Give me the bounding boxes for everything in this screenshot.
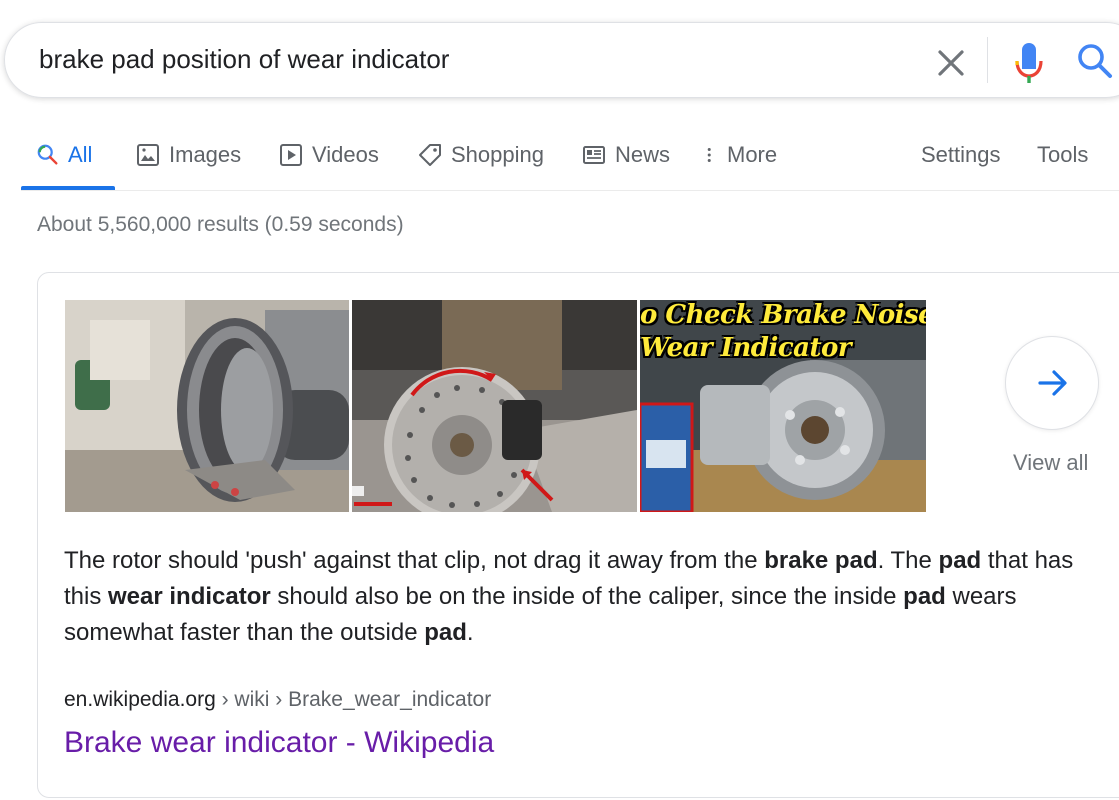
tools-link[interactable]: Tools — [1037, 138, 1088, 172]
result-citation: en.wikipedia.org › wiki › Brake_wear_ind… — [64, 688, 491, 712]
search-tabs: All Images Videos Shopping News More Set… — [0, 120, 1119, 190]
tabs-divider — [21, 190, 1119, 191]
tab-label: News — [615, 142, 671, 167]
search-icon — [1078, 44, 1112, 78]
snippet-highlight: pad — [903, 583, 946, 610]
tools-label: Tools — [1037, 142, 1089, 167]
newspaper-icon — [583, 146, 605, 164]
play-icon — [280, 144, 302, 166]
snippet-segment: . The — [877, 547, 939, 574]
tab-label: Videos — [312, 142, 379, 167]
cite-breadcrumb: › wiki › Brake_wear_indicator — [215, 688, 492, 711]
snippet-highlight: brake pad — [764, 547, 878, 574]
tab-news[interactable]: News — [581, 138, 670, 172]
view-all-link[interactable]: View all — [1013, 450, 1088, 476]
snippet-highlight: wear indicator — [108, 583, 271, 610]
result-title-link[interactable]: Brake wear indicator - Wikipedia — [64, 726, 494, 760]
tab-label: More — [727, 142, 778, 167]
settings-link[interactable]: Settings — [921, 138, 1001, 172]
clear-button[interactable] — [931, 43, 971, 83]
tab-label: All — [68, 142, 93, 167]
brake-noise-video-image — [640, 300, 926, 512]
view-all-button[interactable] — [1005, 336, 1099, 430]
thumbnail-caption-line-2: Wear Indicator — [640, 333, 852, 363]
snippet-text: The rotor should 'push' against that cli… — [64, 543, 1094, 651]
tab-label: Images — [169, 142, 242, 167]
brake-rotor-image — [65, 300, 349, 512]
tab-images[interactable]: Images — [135, 138, 241, 172]
search-bar-divider — [987, 37, 988, 83]
tab-all[interactable]: All — [36, 138, 92, 172]
snippet-highlight: pad — [938, 547, 982, 574]
search-button[interactable] — [1073, 39, 1117, 83]
result-stats: About 5,560,000 results (0.59 seconds) — [37, 213, 404, 236]
search-bar[interactable]: brake pad position of wear indicator — [4, 22, 1119, 98]
image-icon — [137, 144, 159, 166]
thumbnail-caption-line-1: o Check Brake Noise — [640, 300, 926, 330]
snippet-segment: should also be on the inside of the cali… — [270, 583, 904, 610]
thumbnail-3[interactable]: o Check Brake Noise Wear Indicator — [640, 300, 926, 512]
cite-domain: en.wikipedia.org — [64, 688, 216, 711]
search-input[interactable]: brake pad position of wear indicator — [39, 44, 449, 75]
microphone-icon — [1015, 43, 1043, 83]
snippet-segment: The rotor should 'push' against that cli… — [64, 547, 765, 574]
tag-icon — [419, 144, 441, 166]
drilled-rotor-image — [352, 300, 637, 512]
snippet-highlight: pad — [424, 619, 467, 646]
tab-videos[interactable]: Videos — [278, 138, 379, 172]
voice-search-button[interactable] — [1009, 37, 1049, 87]
tab-shopping[interactable]: Shopping — [417, 138, 544, 172]
tab-more[interactable]: More — [703, 138, 777, 172]
search-icon — [37, 144, 58, 165]
snippet-segment: . — [466, 619, 474, 646]
thumbnail-1[interactable] — [65, 300, 349, 512]
more-vert-icon — [707, 147, 711, 163]
settings-label: Settings — [921, 142, 1001, 167]
thumbnail-2[interactable] — [352, 300, 637, 512]
tab-label: Shopping — [451, 142, 544, 167]
close-icon — [938, 50, 964, 76]
arrow-right-icon — [1038, 370, 1067, 396]
